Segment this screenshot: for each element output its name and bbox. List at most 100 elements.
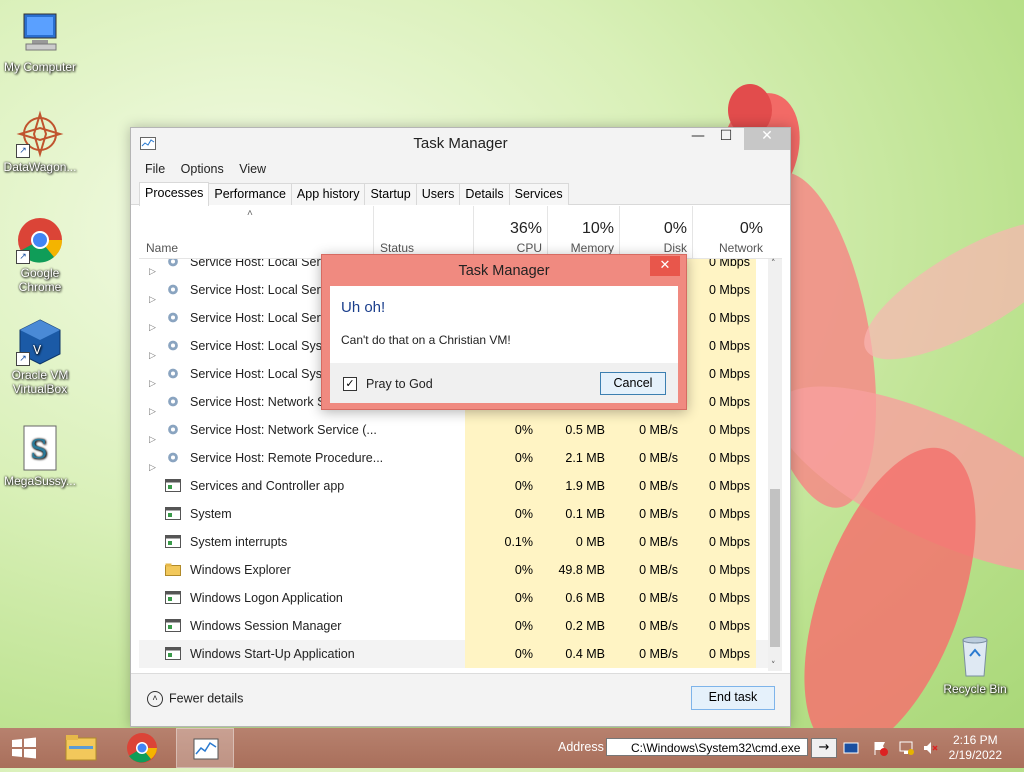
scroll-down-icon[interactable]: ˅ xyxy=(771,661,776,671)
network-cell: 0 Mbps xyxy=(684,472,756,500)
pray-checkbox[interactable]: ✓ xyxy=(343,377,357,391)
table-row[interactable]: Services and Controller app 0% 1.9 MB 0 MB/… xyxy=(139,472,768,500)
column-header-status[interactable]: Status xyxy=(373,206,466,258)
process-name-cell: System xyxy=(139,500,364,528)
title-bar[interactable]: Task Manager — ☐ ✕ xyxy=(131,128,790,158)
table-row[interactable]: Windows Logon Application 0% 0.6 MB 0 MB/s 0… xyxy=(139,584,768,612)
memory-cell: 0.2 MB xyxy=(539,612,611,640)
table-row[interactable]: Windows Explorer 0% 49.8 MB 0 MB/s 0 Mbps xyxy=(139,556,768,584)
address-go-button[interactable]: → xyxy=(811,738,837,758)
dialog-footer: ✓ Pray to God Cancel xyxy=(330,363,678,403)
memory-cell: 0.5 MB xyxy=(539,416,611,444)
column-header-name[interactable]: ˄ Name xyxy=(139,206,373,258)
tab-services[interactable]: Services xyxy=(508,183,569,205)
memory-cell: 0.4 MB xyxy=(539,640,611,668)
table-row[interactable]: ▷ Service Host: Network Service (... 0% 0.5… xyxy=(139,416,768,444)
fewer-details-button[interactable]: ˄ Fewer details xyxy=(147,691,243,707)
tab-details[interactable]: Details xyxy=(459,183,510,205)
tab-app-history[interactable]: App history xyxy=(290,183,366,205)
table-row[interactable]: System 0% 0.1 MB 0 MB/s 0 Mbps xyxy=(139,500,768,528)
table-row[interactable]: ▷ Service Host: Remote Procedure... 0% 2.1 … xyxy=(139,444,768,472)
desktop-icon-datawagon[interactable]: ↗ DataWagon... xyxy=(0,110,80,174)
process-name-cell: Windows Logon Application xyxy=(139,584,364,612)
computer-icon xyxy=(16,10,64,58)
desktop-icon-virtualbox[interactable]: V ↗ Oracle VM VirtualBox xyxy=(0,318,80,396)
column-label: Network xyxy=(718,241,763,255)
svg-text:S: S xyxy=(30,435,48,465)
process-name: Windows Explorer xyxy=(190,563,291,577)
action-center-flag-icon[interactable] xyxy=(872,740,888,756)
process-name: Service Host: Local Syster xyxy=(190,339,337,353)
disk-cell: 0 MB/s xyxy=(611,416,684,444)
memory-total: 10% xyxy=(581,220,614,237)
minimize-button[interactable]: — xyxy=(684,128,712,150)
footer-bar: ˄ Fewer details End task xyxy=(131,673,790,726)
tab-strip: Processes Performance App history Startup Us… xyxy=(131,180,790,207)
scroll-up-icon[interactable]: ˄ xyxy=(771,259,776,269)
menu-view[interactable]: View xyxy=(239,162,266,176)
scroll-thumb[interactable] xyxy=(770,489,780,647)
speaker-muted-icon[interactable] xyxy=(922,740,938,756)
task-manager-window: Task Manager — ☐ ✕ File Options View Pro… xyxy=(130,127,791,727)
menu-options[interactable]: Options xyxy=(181,162,224,176)
recycle-bin-icon xyxy=(951,632,999,680)
taskbar-file-explorer[interactable] xyxy=(57,728,105,768)
sort-ascending-icon: ˄ xyxy=(247,208,253,219)
desktop-icon-google-chrome[interactable]: ↗ Google Chrome xyxy=(0,216,80,294)
desktop-icon-my-computer[interactable]: My Computer xyxy=(0,10,80,74)
desktop-icon-megasussy[interactable]: S MegaSussy... xyxy=(0,424,80,488)
address-input[interactable]: C:\Windows\System32\cmd.exe xyxy=(606,738,808,756)
column-header-network[interactable]: 0% Network xyxy=(692,206,769,258)
disk-cell: 0 MB/s xyxy=(611,556,684,584)
taskbar-chrome[interactable] xyxy=(118,728,166,768)
cpu-cell: 0% xyxy=(465,444,539,472)
column-label: Memory xyxy=(570,241,614,255)
column-header-disk[interactable]: 0% Disk xyxy=(619,206,693,258)
cpu-cell: 0% xyxy=(465,416,539,444)
cpu-cell: 0.1% xyxy=(465,528,539,556)
network-cell: 0 Mbps xyxy=(684,416,756,444)
start-button[interactable] xyxy=(0,728,48,768)
cancel-button[interactable]: Cancel xyxy=(600,372,666,395)
svg-text:V: V xyxy=(33,343,42,357)
process-name: Windows Start-Up Application xyxy=(190,647,355,661)
disk-cell: 0 MB/s xyxy=(611,584,684,612)
vertical-scrollbar[interactable]: ˄ ˅ xyxy=(768,259,782,671)
process-name-cell: Windows Explorer xyxy=(139,556,364,584)
table-row[interactable]: Windows Session Manager 0% 0.2 MB 0 MB/s 0 M… xyxy=(139,612,768,640)
taskbar-task-manager[interactable] xyxy=(176,728,234,768)
keyboard-icon[interactable] xyxy=(843,740,859,756)
tab-performance[interactable]: Performance xyxy=(208,183,292,205)
table-row[interactable]: System interrupts 0.1% 0 MB 0 MB/s 0 Mbps xyxy=(139,528,768,556)
pray-checkbox-label[interactable]: Pray to God xyxy=(366,377,433,391)
close-button[interactable]: ✕ xyxy=(744,128,790,150)
tab-processes[interactable]: Processes xyxy=(139,182,210,207)
desktop-icon-label: Oracle VM VirtualBox xyxy=(11,368,69,396)
cpu-cell: 0% xyxy=(465,472,539,500)
shortcut-arrow-icon: ↗ xyxy=(16,144,30,158)
network-icon[interactable] xyxy=(898,740,914,756)
windows-logo-icon xyxy=(12,737,36,759)
desktop-icon-recycle-bin[interactable]: Recycle Bin xyxy=(935,632,1015,696)
maximize-button[interactable]: ☐ xyxy=(712,128,740,150)
dialog-close-button[interactable]: ✕ xyxy=(650,256,680,276)
dialog-heading: Uh oh! xyxy=(341,299,386,316)
disk-cell: 0 MB/s xyxy=(611,444,684,472)
process-name: Service Host: Network Service (... xyxy=(190,423,377,437)
table-row[interactable]: Windows Start-Up Application 0% 0.4 MB 0 MB… xyxy=(139,640,768,668)
folder-icon xyxy=(65,735,97,761)
menu-file[interactable]: File xyxy=(145,162,165,176)
column-header-memory[interactable]: 10% Memory xyxy=(547,206,620,258)
tab-startup[interactable]: Startup xyxy=(364,183,417,205)
network-total: 0% xyxy=(739,220,763,237)
column-header-cpu[interactable]: 36% CPU xyxy=(473,206,548,258)
column-label: Status xyxy=(380,241,415,255)
task-manager-icon xyxy=(193,738,219,760)
fewer-details-label: Fewer details xyxy=(169,691,244,706)
tab-users[interactable]: Users xyxy=(415,183,461,205)
disk-cell: 0 MB/s xyxy=(611,640,684,668)
error-dialog: Task Manager ✕ Uh oh! Can't do that on a… xyxy=(321,254,687,410)
datawagon-icon: ↗ xyxy=(16,110,64,158)
taskbar-clock[interactable]: 2:16 PM 2/19/2022 xyxy=(949,733,1002,763)
end-task-button[interactable]: End task xyxy=(691,686,775,710)
